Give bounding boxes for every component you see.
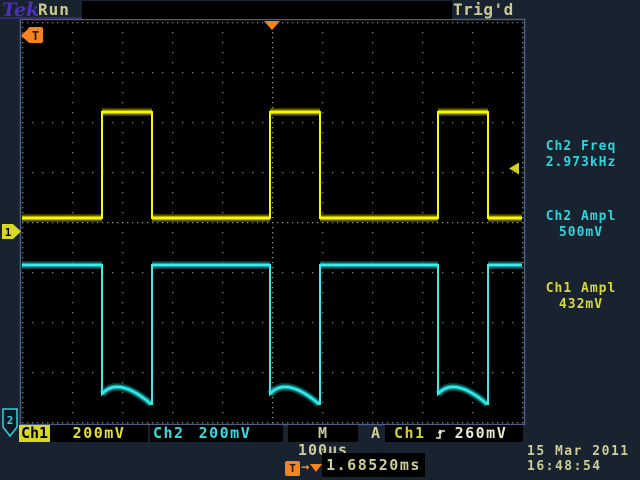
delay-time-readout: 1.68520ms [322,453,425,477]
ch1-marker-label: 1 [5,226,12,239]
measurement-value: 2.973kHz [524,155,638,171]
ch1-scale-readout: 200mV [50,425,148,442]
ch2-ground-marker: 2 [3,409,17,436]
measurement-ch2-ampl: Ch2 Ampl 500mV [524,209,638,241]
trigger-status: Trig'd [453,0,514,19]
ch1-ground-marker: 1 [2,224,21,239]
ch2-scale-group: Ch2 200mV [150,425,283,442]
trigger-mode-label: A [371,425,380,442]
header-record-strip [82,1,452,19]
measurement-ch1-ampl: Ch1 Ampl 432mV [524,281,638,313]
trigger-source: Ch1 [394,425,426,442]
oscilloscope-screen: { "header": { "logo": "Tek", "acq_status… [0,0,640,480]
timebase-readout: M 100µs [288,425,358,442]
ch2-marker-label: 2 [7,414,14,427]
trigger-level-readout: 260mV [455,425,508,442]
timebase-label: M [318,424,328,442]
ch2-channel-label: Ch2 [153,424,185,442]
measurement-label: Ch2 Ampl [524,209,638,225]
trigger-settings-readout: Ch1 260mV [385,425,523,442]
ch1-channel-badge: Ch1 [19,425,50,442]
acquisition-status: Run [38,0,70,19]
ch2-scale-readout: 200mV [199,424,252,442]
time-readout: 16:48:54 [527,459,630,474]
delay-arrow-icon: → [301,459,309,475]
measurement-value: 432mV [524,297,638,313]
measurement-label: Ch1 Ampl [524,281,638,297]
delay-triangle-icon [310,464,322,472]
datetime-readout: 15 Mar 2011 16:48:54 [527,444,630,474]
trigger-flag-label: T [32,29,39,43]
measurement-ch2-freq: Ch2 Freq 2.973kHz [524,139,638,171]
delay-t-icon: T [285,461,300,476]
measurement-label: Ch2 Freq [524,139,638,155]
date-readout: 15 Mar 2011 [527,444,630,459]
rising-edge-icon [435,427,446,441]
measurement-value: 500mV [524,225,638,241]
